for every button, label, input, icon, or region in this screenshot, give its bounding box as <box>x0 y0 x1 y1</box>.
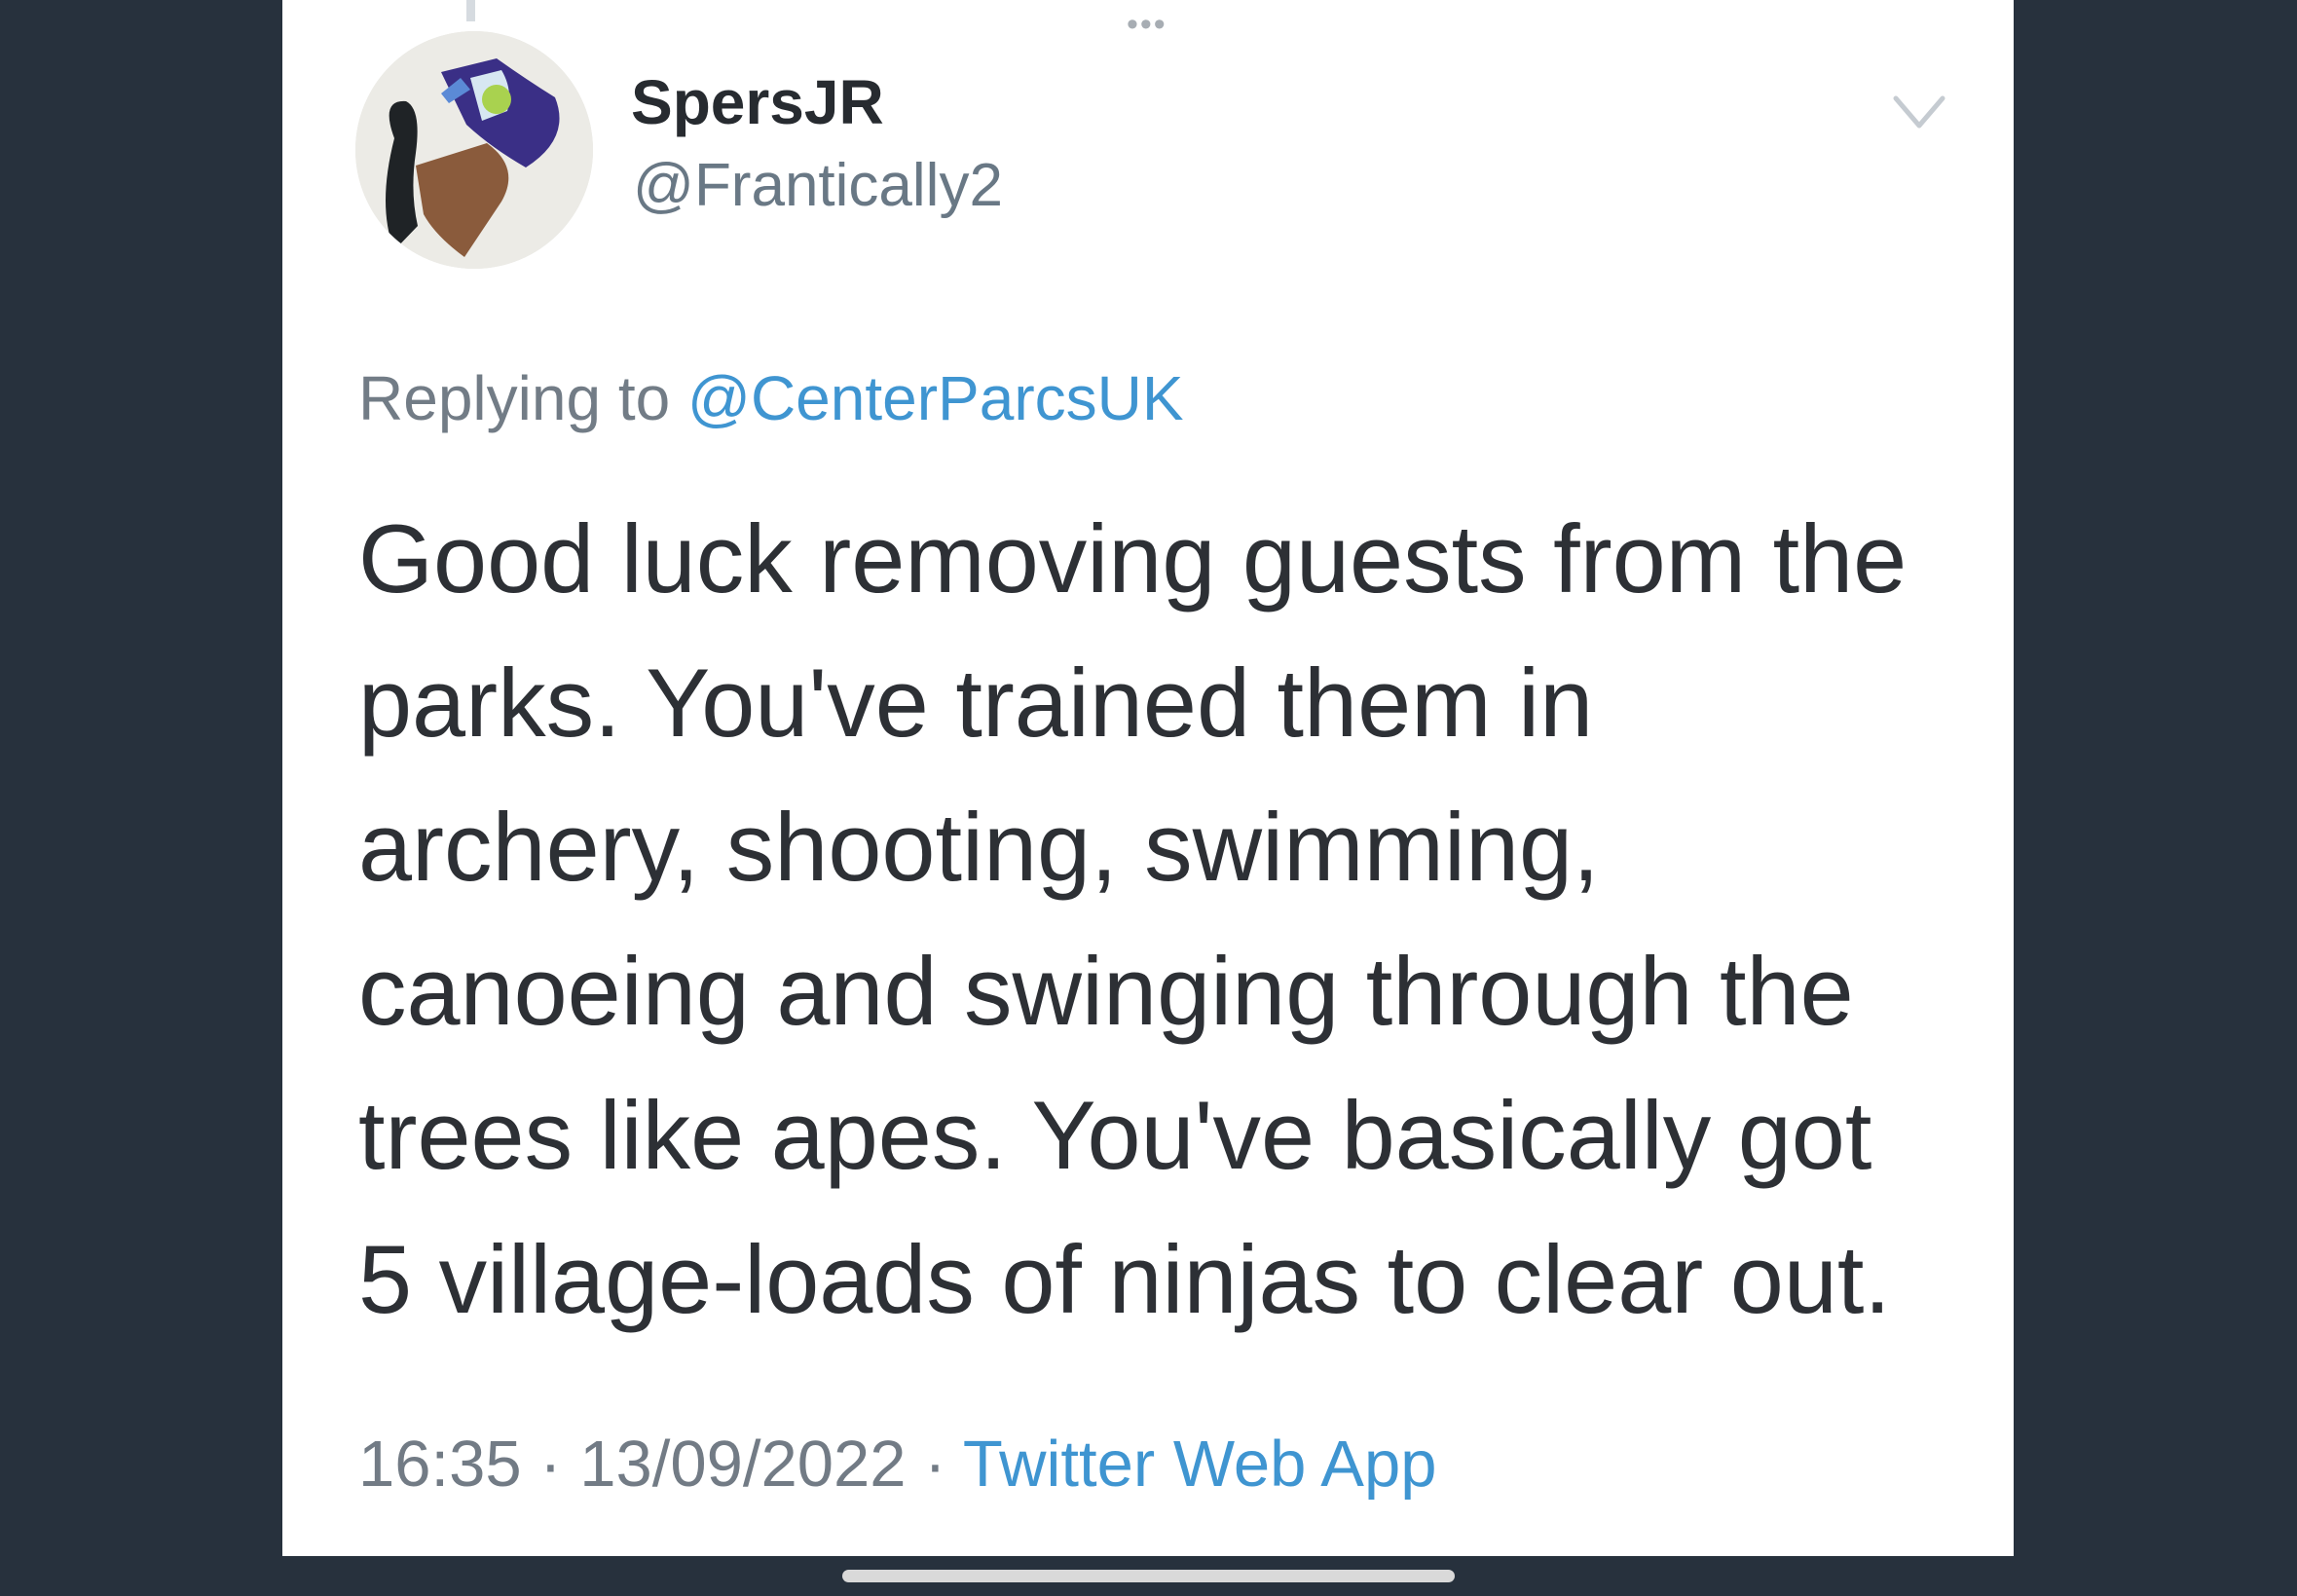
tweet-text-line: trees like apes. You've basically got <box>358 1081 1872 1189</box>
avatar-image <box>355 31 593 269</box>
tweet-text-line: parks. You've trained them in <box>358 649 1594 757</box>
meta-separator: · <box>924 1428 946 1501</box>
tweet-text-line: Good luck removing guests from the <box>358 504 1908 612</box>
tweet-date[interactable]: 13/09/2022 <box>579 1428 906 1501</box>
tweet-time[interactable]: 16:35 <box>358 1428 522 1501</box>
tweet-metadata: 16:35 · 13/09/2022 · Twitter Web App <box>358 1427 1437 1502</box>
tweet-text: Good luck removing guests from the parks… <box>358 487 1936 1352</box>
source-app-link[interactable]: Twitter Web App <box>963 1428 1437 1501</box>
replying-to: Replying to @CenterParcsUK <box>358 362 1184 434</box>
thread-connector-line <box>466 0 475 21</box>
more-dots-icon[interactable]: ••• <box>1127 8 1167 41</box>
tweet-text-line: 5 village-loads of ninjas to clear out. <box>358 1225 1891 1333</box>
replying-to-handle-link[interactable]: @CenterParcsUK <box>687 363 1184 433</box>
tweet-text-line: canoeing and swinging through the <box>358 937 1854 1045</box>
meta-separator: · <box>539 1428 562 1501</box>
display-name[interactable]: SpersJR <box>631 66 884 138</box>
user-handle[interactable]: @Frantically2 <box>633 151 1003 220</box>
replying-prefix: Replying to <box>358 363 671 433</box>
tweet-text-line: archery, shooting, swimming, <box>358 793 1600 901</box>
home-indicator[interactable] <box>842 1570 1455 1582</box>
chevron-down-icon[interactable] <box>1892 93 1946 133</box>
avatar[interactable] <box>355 31 593 269</box>
